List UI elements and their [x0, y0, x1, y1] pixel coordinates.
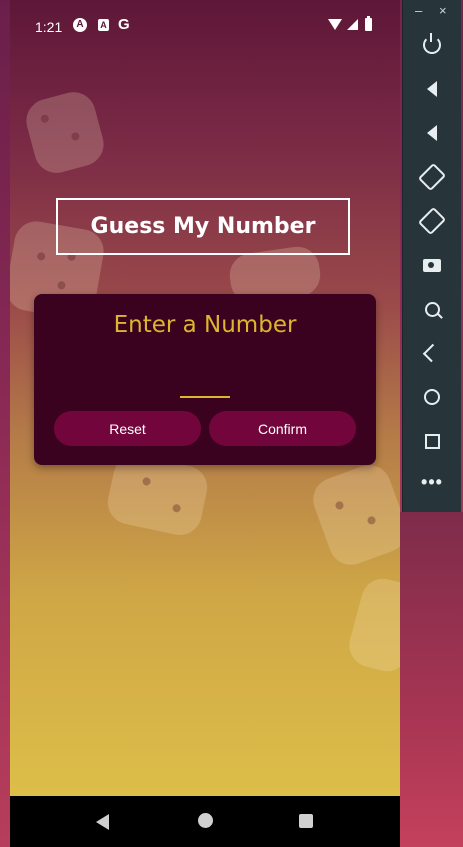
rotate-right-button[interactable]	[403, 200, 461, 240]
volume-up-icon	[427, 81, 437, 98]
app-a-icon: A	[73, 18, 87, 32]
status-bar: 1:21 A A G	[10, 0, 400, 52]
input-label: Enter a Number	[113, 312, 297, 338]
back-button[interactable]	[403, 332, 461, 372]
app-b-icon: A	[98, 19, 109, 31]
more-icon: •••	[421, 472, 443, 492]
screenshot-icon	[423, 258, 441, 272]
dice-decoration	[21, 87, 109, 178]
home-button[interactable]	[403, 376, 461, 416]
home-icon[interactable]	[198, 813, 213, 828]
dice-decoration	[307, 459, 400, 571]
signal-icon	[347, 19, 358, 30]
zoom-button[interactable]	[403, 288, 461, 328]
power-button[interactable]	[403, 24, 461, 64]
overview-icon	[424, 433, 440, 449]
screenshot-button[interactable]	[403, 244, 461, 284]
number-input-card: Enter a Number Reset Confirm	[34, 294, 376, 465]
window-controls: – ×	[403, 0, 461, 26]
emulator-toolbar: – × •••	[402, 0, 461, 512]
page-title: Guess My Number	[56, 198, 350, 255]
google-icon: G	[118, 16, 130, 33]
home-icon	[424, 389, 440, 406]
rotate-left-icon	[417, 163, 447, 192]
desktop-background	[400, 512, 463, 847]
volume-down-icon	[427, 125, 437, 142]
overview-button[interactable]	[403, 420, 461, 460]
volume-down-button[interactable]	[403, 112, 461, 152]
close-button[interactable]: ×	[439, 3, 447, 18]
confirm-button[interactable]: Confirm	[209, 411, 356, 446]
status-time: 1:21	[35, 19, 63, 35]
phone-frame: 1:21 A A G Guess My Number Enter a Numbe…	[10, 0, 400, 847]
back-icon[interactable]	[96, 814, 109, 830]
volume-up-button[interactable]	[403, 68, 461, 108]
zoom-icon	[424, 301, 440, 317]
more-button[interactable]: •••	[403, 464, 461, 504]
back-icon	[422, 344, 442, 363]
rotate-right-icon	[417, 207, 447, 236]
wifi-icon	[328, 19, 342, 30]
power-icon	[423, 33, 441, 55]
dice-decoration	[344, 573, 400, 677]
reset-button[interactable]: Reset	[54, 411, 201, 446]
battery-icon	[365, 16, 372, 31]
minimize-button[interactable]: –	[415, 3, 422, 18]
app-screen: 1:21 A A G Guess My Number Enter a Numbe…	[10, 0, 400, 796]
number-input[interactable]	[180, 356, 230, 398]
recents-icon[interactable]	[299, 814, 313, 828]
rotate-left-button[interactable]	[403, 156, 461, 196]
navigation-bar	[10, 796, 400, 847]
